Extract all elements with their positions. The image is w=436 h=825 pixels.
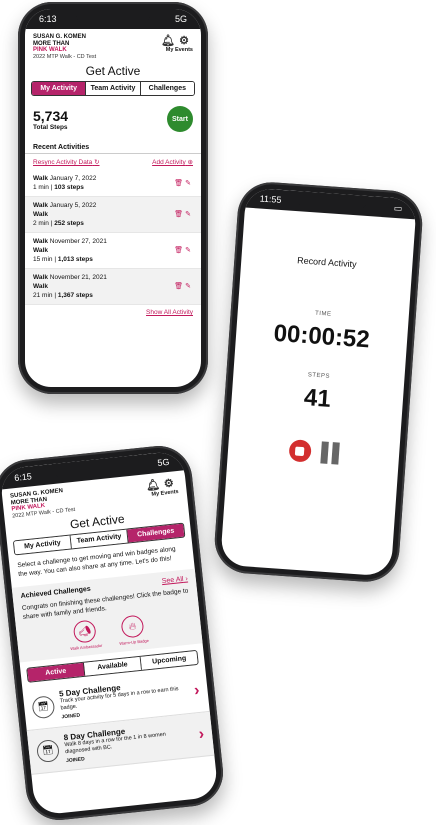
edit-icon[interactable]: ✎ <box>185 180 193 187</box>
resync-link[interactable]: Resync Activity Data ↻ <box>33 158 100 166</box>
tab-available[interactable]: Available <box>83 656 143 676</box>
phone-my-activity: 6:13 5G SUSAN G. KOMEN MORE THAN PINK WA… <box>18 2 208 394</box>
total-steps-value: 5,734 <box>33 107 69 124</box>
status-network: 5G <box>174 14 187 24</box>
megaphone-icon: 📣︎ <box>72 619 97 644</box>
activity-row[interactable]: Walk November 21, 2021 Walk 21 min | 1,3… <box>25 269 201 305</box>
screen: 6:13 5G SUSAN G. KOMEN MORE THAN PINK WA… <box>25 9 201 387</box>
recent-activities-heading: Recent Activities <box>25 136 201 154</box>
battery-icon: ▭ <box>393 202 403 213</box>
logo: SUSAN G. KOMEN MORE THAN PINK WALK 2022 … <box>9 488 76 519</box>
activity-tabs: My Activity Team Activity Challenges <box>31 81 195 96</box>
record-title: Record Activity <box>296 255 357 270</box>
bell-icon[interactable]: 🔔︎ <box>161 35 179 47</box>
status-network: 5G <box>156 456 170 468</box>
chevron-right-icon[interactable]: › <box>193 681 200 699</box>
add-activity-link[interactable]: Add Activity ⊕ <box>152 158 193 166</box>
steps-value: 41 <box>303 384 332 413</box>
phone-challenges: 6:15 5G SUSAN G. KOMEN MORE THAN PINK WA… <box>0 442 227 824</box>
badge[interactable]: 📣︎ Walk Ambassador <box>67 619 104 651</box>
tab-my-activity[interactable]: My Activity <box>32 82 87 95</box>
plus-circle-icon: ⊕ <box>187 159 193 166</box>
screen: 6:15 5G SUSAN G. KOMEN MORE THAN PINK WA… <box>0 450 219 816</box>
chevron-right-icon[interactable]: › <box>198 725 205 743</box>
time-value: 00:00:52 <box>272 319 371 354</box>
tab-upcoming[interactable]: Upcoming <box>140 650 198 670</box>
tab-challenges[interactable]: Challenges <box>140 82 194 95</box>
record-controls <box>228 435 400 469</box>
tab-team-activity[interactable]: Team Activity <box>86 82 141 95</box>
badge[interactable]: 🔥︎ Warm-Up Badge <box>114 614 151 646</box>
see-all-link[interactable]: See All › <box>161 575 188 585</box>
trash-icon[interactable]: 🗑︎ <box>174 247 185 254</box>
trash-icon[interactable]: 🗑︎ <box>174 211 185 218</box>
activity-row[interactable]: Walk November 27, 2021 Walk 15 min | 1,0… <box>25 233 201 269</box>
page-title: Get Active <box>85 64 141 78</box>
show-all-activity-link[interactable]: Show All Activity <box>25 305 201 320</box>
event-name: 2022 MTP Walk - CD Test <box>33 53 97 60</box>
stop-icon[interactable] <box>287 439 312 463</box>
app-header: SUSAN G. KOMEN MORE THAN PINK WALK 2022 … <box>25 29 201 62</box>
edit-icon[interactable]: ✎ <box>185 283 193 290</box>
activity-row[interactable]: Walk January 7, 2022 1 min | 103 steps 🗑… <box>25 170 201 197</box>
status-time: 6:15 <box>13 471 33 484</box>
pause-icon[interactable] <box>319 441 340 465</box>
flame-icon: 🔥︎ <box>120 614 145 639</box>
logo: SUSAN G. KOMEN MORE THAN PINK WALK 2022 … <box>33 34 97 60</box>
tab-active[interactable]: Active <box>27 662 86 682</box>
notch <box>76 9 150 24</box>
total-steps-label: Total Steps <box>33 123 68 131</box>
my-events-link[interactable]: My Events <box>161 47 193 53</box>
start-button[interactable]: Start <box>167 106 193 132</box>
calendar-icon: 📅︎ <box>35 738 61 763</box>
refresh-icon: ↻ <box>94 159 100 166</box>
screen: 11:55 ▭ Record Activity TIME 00:00:52 ST… <box>220 187 417 577</box>
trash-icon[interactable]: 🗑︎ <box>174 283 185 290</box>
gear-icon[interactable]: ⚙ <box>179 35 193 47</box>
edit-icon[interactable]: ✎ <box>185 211 193 218</box>
trash-icon[interactable]: 🗑︎ <box>174 180 185 187</box>
calendar-icon: 📅︎ <box>31 694 56 719</box>
edit-icon[interactable]: ✎ <box>185 247 193 254</box>
steps-summary: 5,734 Total Steps Start <box>25 96 201 136</box>
activity-row[interactable]: Walk January 5, 2022 Walk 2 min | 252 st… <box>25 197 201 233</box>
status-time: 11:55 <box>259 193 282 205</box>
phone-record-activity: 11:55 ▭ Record Activity TIME 00:00:52 ST… <box>212 180 425 584</box>
status-time: 6:13 <box>39 14 57 24</box>
